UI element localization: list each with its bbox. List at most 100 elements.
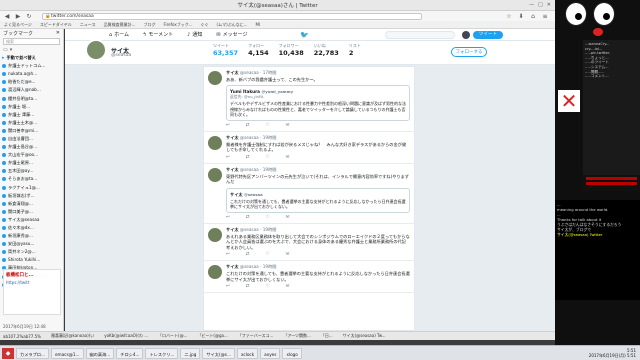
- retweet-icon[interactable]: ⇄: [246, 123, 250, 128]
- bookmark-entry[interactable]: ラクナイュ1@...: [2, 184, 63, 192]
- profile-stat[interactable]: フォロー 4,154: [248, 43, 269, 57]
- bookmark-item[interactable]: ぐぐ: [201, 22, 209, 28]
- like-icon[interactable]: ♡: [266, 284, 270, 289]
- bookmark-entry[interactable]: 弁護士島谷@...: [2, 143, 63, 151]
- bookmark-entry[interactable]: サイ太@seasaa: [2, 216, 63, 224]
- forward-icon[interactable]: ▶: [14, 13, 22, 20]
- bookmark-item[interactable]: 品質検査競業計...: [104, 22, 136, 28]
- taskbar-item[interactable]: トレスクリ...: [145, 347, 179, 359]
- bookmark-entry[interactable]: 弁護士ドットコム...: [2, 62, 63, 70]
- bookmark-entry[interactable]: nukata.a@h...: [2, 70, 63, 78]
- nav-home[interactable]: ⌂ ホーム: [109, 31, 129, 39]
- bookmark-entry[interactable]: 新垣康秀@...: [2, 232, 63, 240]
- sidebar-search-input[interactable]: 検索: [3, 38, 60, 45]
- tweet[interactable]: サイ太 @seasaa · 17時間 ああ、新バブの我儘弁護士って、この先生か～。…: [204, 67, 414, 133]
- nav-messages[interactable]: ✉ メッセージ: [216, 31, 247, 39]
- taskbar-item[interactable]: xlogo: [282, 347, 302, 359]
- minimize-icon[interactable]: —: [529, 2, 534, 8]
- bookmark-item[interactable]: ニュース: [80, 22, 96, 28]
- bookmark-entry[interactable]: 弁護士 堀...: [2, 103, 63, 111]
- tab-item[interactable]: サイ太(@seasaa) Tw...: [343, 333, 386, 339]
- follow-button[interactable]: フォローする: [451, 47, 487, 57]
- dm-icon[interactable]: ✉: [286, 252, 290, 257]
- bookmark-folder[interactable]: ▸ 手動で並べ替え: [2, 54, 63, 62]
- tweet-author[interactable]: サイ太: [226, 167, 239, 172]
- bookmark-entry[interactable]: 板垣嶺志(ポ...: [2, 192, 63, 200]
- tweet-avatar[interactable]: [208, 167, 222, 182]
- bookmark-entry[interactable]: 渡辺輝人@nab...: [2, 86, 63, 94]
- dm-icon[interactable]: ✉: [286, 215, 290, 220]
- dm-icon[interactable]: ✉: [286, 155, 290, 160]
- bookmark-entry[interactable]: 新倉清翔@...: [2, 200, 63, 208]
- arrow-icon[interactable]: ▾: [10, 47, 13, 53]
- reply-icon[interactable]: ↩: [226, 252, 230, 257]
- bookmark-item[interactable]: よく見るページ: [4, 22, 32, 28]
- bookmark-entry[interactable]: 安田@yasu...: [2, 240, 63, 248]
- tweet-author[interactable]: サイ太: [226, 227, 239, 232]
- bookmark-item[interactable]: スピードダイヤル: [40, 22, 72, 28]
- bookmark-entry[interactable]: 五木田@ay...: [2, 167, 63, 175]
- sidebar-close-icon[interactable]: ✕: [56, 30, 60, 36]
- tweet-avatar[interactable]: [208, 265, 222, 280]
- dm-icon[interactable]: ✉: [286, 284, 290, 289]
- bookmark-entry[interactable]: Shirota Yukihi...: [2, 256, 63, 264]
- reply-icon[interactable]: ↩: [226, 155, 230, 160]
- taskbar-item[interactable]: 二.jpg: [180, 347, 201, 359]
- folder-icon[interactable]: ▭: [3, 47, 8, 53]
- menu-icon[interactable]: ≡: [541, 13, 549, 20]
- tweet-time[interactable]: 19時間: [263, 167, 277, 172]
- bookmark-entry[interactable]: 関口善幸@mi...: [2, 127, 63, 135]
- retweet-icon[interactable]: ⇄: [246, 155, 250, 160]
- tweet[interactable]: サイ太 @seasaa · 19時間 東野代特先区アンバーツインの元先生が泣いて(…: [204, 164, 414, 225]
- tab-item[interactable]: 雅喜藤記(@kanoaa)(い: [51, 333, 94, 339]
- profile-stat[interactable]: いいね 22,783: [314, 43, 339, 57]
- tweet[interactable]: サイ太 @seasaa · 19時間 あえれある業務区業務体を取り出して大会でのシ…: [204, 224, 414, 262]
- like-icon[interactable]: ♡: [266, 215, 270, 220]
- tab-item[interactable]: yoKb(@iwfcaaO)(わ ...: [104, 333, 148, 339]
- like-icon[interactable]: ♡: [266, 155, 270, 160]
- profile-stat[interactable]: ツイート 63,357: [213, 43, 238, 57]
- bookmark-star-icon[interactable]: ☆: [505, 13, 513, 20]
- quoted-tweet[interactable]: Yumi Itakura @yumi_yammy 返信先: @nu_jinFA デベ…: [226, 85, 410, 122]
- tab-item[interactable]: 「アーツ関数...: [283, 333, 311, 339]
- taskbar-item[interactable]: チロシ4...: [116, 347, 144, 359]
- taskbar-item[interactable]: emacs@1...: [50, 347, 84, 359]
- bookmark-entry[interactable]: 弁護士 澤藤...: [2, 111, 63, 119]
- bookmark-entry[interactable]: 弁護士尾原...: [2, 159, 63, 167]
- bookmark-item[interactable]: ブログ: [143, 22, 155, 28]
- tweet-avatar[interactable]: [208, 136, 222, 151]
- tweet-author[interactable]: サイ太: [226, 70, 239, 75]
- twitter-bird-icon[interactable]: 🐦: [300, 31, 309, 39]
- tweet-time[interactable]: 19時間: [263, 264, 277, 269]
- profile-avatar[interactable]: [85, 39, 107, 61]
- tweet-time[interactable]: 19時間: [263, 227, 277, 232]
- bookmark-entry[interactable]: 筒井ネン2@...: [2, 248, 63, 256]
- terminal-window-bottom[interactable]: ... meaning around the world.... Thanks fo…: [555, 200, 640, 300]
- tweet-author[interactable]: サイ太: [226, 135, 239, 140]
- taskbar-item[interactable]: axyes: [260, 347, 281, 359]
- close-icon[interactable]: ✕: [547, 2, 551, 8]
- download-icon[interactable]: ⬇: [517, 13, 525, 20]
- tab-item[interactable]: 「ファーバースコ...: [238, 333, 274, 339]
- reply-icon[interactable]: ↩: [226, 284, 230, 289]
- twitter-search-input[interactable]: [385, 31, 455, 39]
- taskbar-item[interactable]: xclock: [236, 347, 259, 359]
- tweet[interactable]: サイ太 @seasaa · 19時間 これだけの対策を通しても、豊者選挙の主要な支…: [204, 261, 414, 294]
- reply-icon[interactable]: ↩: [226, 215, 230, 220]
- preview-url[interactable]: https://twitt: [4, 280, 60, 285]
- tab-item[interactable]: 「日...: [321, 333, 333, 339]
- taskbar-item[interactable]: サイ太(@s...: [202, 347, 235, 359]
- tweet-time[interactable]: 19時間: [263, 135, 277, 140]
- tab-item[interactable]: ab107.2%ab77.5%: [3, 334, 41, 339]
- retweet-icon[interactable]: ⇄: [246, 252, 250, 257]
- reload-icon[interactable]: ↻: [25, 13, 33, 20]
- back-icon[interactable]: ◀: [3, 13, 11, 20]
- bookmark-item[interactable]: Firefoxブック...: [163, 22, 192, 28]
- bookmark-entry[interactable]: 櫻井岳明@ta...: [2, 94, 63, 102]
- bookmark-entry[interactable]: 粕香ただ@e...: [2, 78, 63, 86]
- like-icon[interactable]: ♡: [266, 123, 270, 128]
- like-icon[interactable]: ♡: [266, 252, 270, 257]
- address-bar[interactable]: 🔒 twitter.com/seasaa: [42, 12, 422, 20]
- maximize-icon[interactable]: □: [538, 2, 543, 8]
- bookmark-entry[interactable]: 関口美子@...: [2, 208, 63, 216]
